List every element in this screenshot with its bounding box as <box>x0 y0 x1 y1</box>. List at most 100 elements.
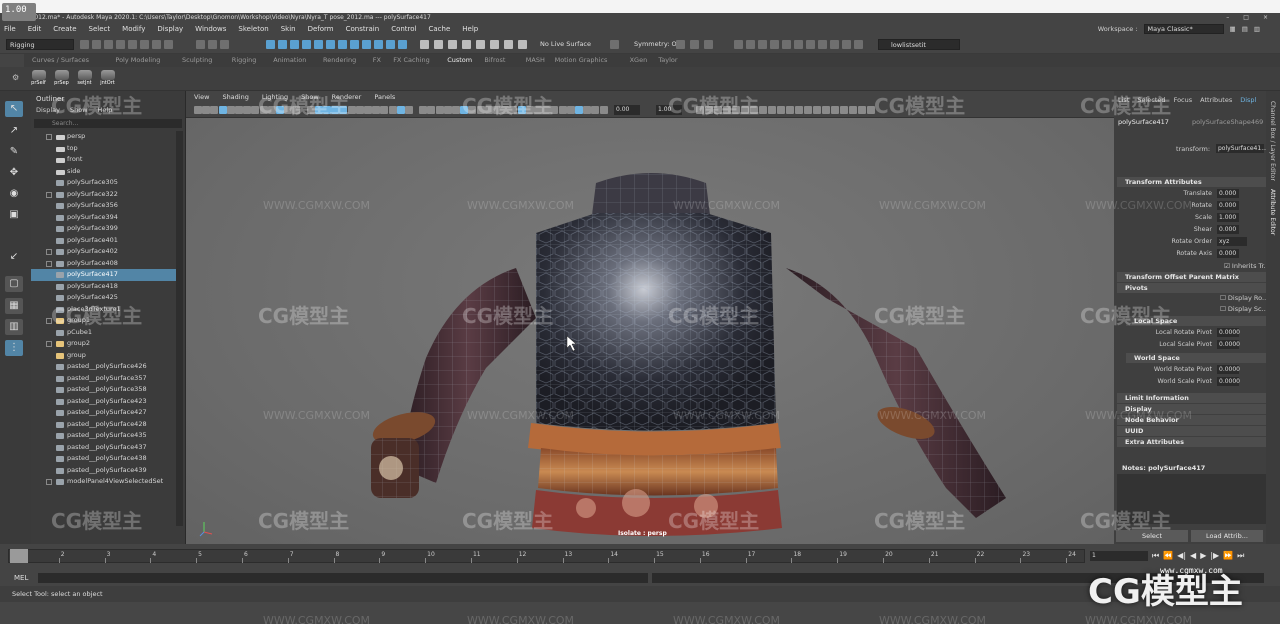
current-frame-marker[interactable] <box>10 549 28 563</box>
expand-icon[interactable] <box>46 341 52 347</box>
step-back-key-icon[interactable]: ⏪ <box>1163 551 1173 561</box>
outliner-item[interactable]: pasted__polySurface357 <box>31 373 176 385</box>
menu-help[interactable]: Help <box>462 25 478 33</box>
ae-menu-selected[interactable]: Selected <box>1137 96 1165 104</box>
viewport-tool-icon[interactable] <box>405 106 413 114</box>
section-extra-attributes[interactable]: Extra Attributes <box>1117 437 1266 447</box>
outliner-item[interactable]: pasted__polySurface358 <box>31 384 176 396</box>
viewport-tool-icon[interactable] <box>493 106 501 114</box>
viewport-tool-icon[interactable] <box>558 106 567 114</box>
ae-shape-tab[interactable]: polySurfaceShape469 <box>1192 118 1263 126</box>
outliner-item[interactable]: place3dTexture1 <box>31 304 176 316</box>
ae-attr-field[interactable]: 0.000 <box>1217 225 1239 234</box>
status-tool-icon[interactable] <box>476 40 485 49</box>
viewport-tool-icon[interactable] <box>804 106 812 114</box>
status-tool-icon[interactable] <box>374 40 383 49</box>
scale-tool-icon[interactable]: ▣ <box>5 207 23 223</box>
shelf-button-setjnt[interactable]: setJnt <box>74 70 95 88</box>
selection-set-field[interactable]: lowlistsetit <box>878 39 960 50</box>
paint-select-icon[interactable]: ✎ <box>5 144 23 160</box>
viewport-tool-icon[interactable] <box>822 106 830 114</box>
outliner-item[interactable]: pasted__polySurface426 <box>31 361 176 373</box>
ae-transform-field[interactable]: polySurface41... <box>1216 144 1267 153</box>
ae-attr-field[interactable]: 0.0000 <box>1217 365 1240 374</box>
shelf-tab-xgen[interactable]: XGen <box>630 56 648 64</box>
viewport-tool-icon[interactable] <box>714 106 722 114</box>
viewport-tool-icon[interactable] <box>525 106 534 114</box>
status-tool-icon[interactable] <box>676 40 685 49</box>
current-frame-field[interactable]: 1 <box>1090 551 1148 561</box>
status-tool-icon[interactable] <box>734 40 743 49</box>
side-tab-channel-box[interactable]: Channel Box / Layer Editor <box>1269 101 1276 181</box>
outliner-item[interactable]: persp <box>31 131 176 143</box>
section-node-behavior[interactable]: Node Behavior <box>1117 415 1266 425</box>
outliner-menu-help[interactable]: Help <box>98 106 113 114</box>
menu-display[interactable]: Display <box>157 25 183 33</box>
viewport-tool-icon[interactable] <box>759 106 767 114</box>
viewport-tool-icon[interactable] <box>750 106 758 114</box>
section-local-space[interactable]: Local Space <box>1126 316 1266 326</box>
inherits-transform-checkbox[interactable]: ☑ Inherits Tr... <box>1224 262 1270 270</box>
outliner-item[interactable]: polySurface322 <box>31 189 176 201</box>
ae-node-tab[interactable]: polySurface417 <box>1118 118 1169 126</box>
shelf-settings-icon[interactable]: ⚙ <box>12 73 19 82</box>
single-pane-icon[interactable]: ▢ <box>5 276 23 292</box>
viewport-tool-icon[interactable] <box>347 106 356 114</box>
select-tool-icon[interactable]: ↖ <box>5 101 23 117</box>
status-tool-icon[interactable] <box>140 40 149 49</box>
shelf-tab-poly-modeling[interactable]: Poly Modeling <box>115 56 160 64</box>
ae-attr-field[interactable]: 0.0000 <box>1217 328 1240 337</box>
symmetry-label[interactable]: Symmetry: Off <box>634 40 681 48</box>
step-back-icon[interactable]: ◀| <box>1177 551 1186 561</box>
viewport-tool-icon[interactable] <box>542 106 551 114</box>
outliner-item[interactable]: polySurface425 <box>31 292 176 304</box>
status-tool-icon[interactable] <box>704 40 713 49</box>
outliner-item[interactable]: pasted__polySurface428 <box>31 419 176 431</box>
status-tool-icon[interactable] <box>830 40 839 49</box>
shelf-button-prsep[interactable]: prSep <box>51 70 72 88</box>
play-backward-icon[interactable]: ◀ <box>1190 551 1196 561</box>
ae-attr-field[interactable]: 0.0000 <box>1217 340 1240 349</box>
outliner-item[interactable]: top <box>31 143 176 155</box>
status-tool-icon[interactable] <box>842 40 851 49</box>
outliner-item[interactable]: pCube1 <box>31 327 176 339</box>
timeline[interactable]: 123456789101112131415161718192021222324 <box>8 549 1085 563</box>
shelf-tab-custom[interactable]: Custom <box>447 56 472 64</box>
viewport-tool-icon[interactable] <box>323 106 331 114</box>
viewport-tool-icon[interactable] <box>484 106 493 114</box>
viewport-tool-icon[interactable] <box>210 106 219 114</box>
viewport-tool-icon[interactable] <box>194 106 202 114</box>
viewport-tool-icon[interactable] <box>276 106 284 114</box>
status-tool-icon[interactable] <box>758 40 767 49</box>
layout-icon-2[interactable]: ▤ <box>1242 25 1248 33</box>
side-pane-icon[interactable]: ▥ <box>5 319 23 335</box>
viewport-tool-icon[interactable] <box>849 106 857 114</box>
viewport-tool-icon[interactable] <box>314 106 323 114</box>
viewport-tool-icon[interactable] <box>501 106 510 114</box>
viewport-tool-icon[interactable] <box>218 106 227 114</box>
expand-icon[interactable] <box>46 318 52 324</box>
outliner-item[interactable]: polySurface399 <box>31 223 176 235</box>
layout-icon-3[interactable]: ▥ <box>1254 25 1260 33</box>
menu-skeleton[interactable]: Skeleton <box>238 25 268 33</box>
step-forward-icon[interactable]: |▶ <box>1210 551 1219 561</box>
viewport-menu-show[interactable]: Show <box>301 91 319 103</box>
status-tool-icon[interactable] <box>746 40 755 49</box>
expand-icon[interactable] <box>46 479 52 485</box>
status-tool-icon[interactable] <box>278 40 287 49</box>
expand-icon[interactable] <box>46 249 52 255</box>
status-tool-icon[interactable] <box>806 40 815 49</box>
minimize-button[interactable]: – <box>1226 13 1229 23</box>
shelf-tab-curves-surfaces[interactable]: Curves / Surfaces <box>32 56 89 64</box>
status-tool-icon[interactable] <box>164 40 173 49</box>
expand-icon[interactable] <box>46 260 52 267</box>
ae-attr-field[interactable]: 0.000 <box>1217 189 1239 198</box>
outliner-item[interactable]: pasted__polySurface439 <box>31 465 176 477</box>
viewport-scene[interactable] <box>186 118 1114 544</box>
outliner-item[interactable]: group <box>31 350 176 362</box>
display-scale-pivot-checkbox[interactable]: ☐ Display Sc... <box>1220 305 1268 313</box>
menu-windows[interactable]: Windows <box>195 25 226 33</box>
status-tool-icon[interactable] <box>448 40 457 49</box>
status-tool-icon[interactable] <box>398 40 407 49</box>
status-tool-icon[interactable] <box>518 40 527 49</box>
